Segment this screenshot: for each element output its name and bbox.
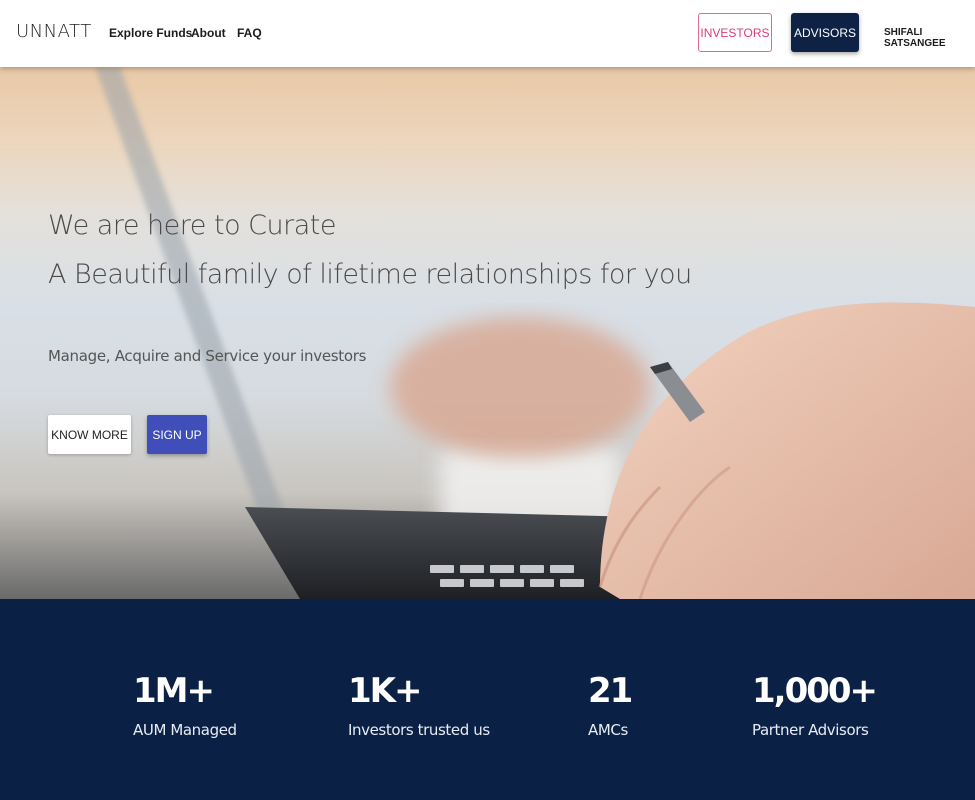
hero-title-line2: A Beautiful family of lifetime relations… <box>48 259 692 290</box>
brand-logo[interactable]: UNNATT <box>16 21 92 42</box>
stat-amcs: 21 AMCs <box>588 671 633 739</box>
stat-value: 21 <box>588 671 633 711</box>
advisors-button[interactable]: ADVISORS <box>791 13 859 52</box>
stat-investors: 1K+ Investors trusted us <box>348 671 490 739</box>
nav-faq[interactable]: FAQ <box>237 26 262 40</box>
know-more-button[interactable]: KNOW MORE <box>48 415 131 454</box>
stat-value: 1M+ <box>133 671 215 711</box>
nav-about[interactable]: About <box>191 26 226 40</box>
top-navbar: UNNATT Explore Funds About FAQ INVESTORS… <box>0 0 975 67</box>
stat-value: 1,000+ <box>752 671 878 711</box>
sign-up-button[interactable]: SIGN UP <box>147 415 207 454</box>
hero-title-line1: We are here to Curate <box>48 210 336 241</box>
stat-label: Partner Advisors <box>752 721 869 739</box>
stats-section: 1M+ AUM Managed 1K+ Investors trusted us… <box>0 599 975 800</box>
stat-value: 1K+ <box>348 671 422 711</box>
investors-button[interactable]: INVESTORS <box>698 13 772 52</box>
user-menu[interactable]: SHIFALI SATSANGEE <box>884 27 975 49</box>
stat-advisors: 1,000+ Partner Advisors <box>752 671 878 739</box>
stat-label: AMCs <box>588 721 628 739</box>
hero-background-image <box>95 67 975 599</box>
stat-aum: 1M+ AUM Managed <box>133 671 237 739</box>
stat-label: Investors trusted us <box>348 721 490 739</box>
hero-subtitle: Manage, Acquire and Service your investo… <box>48 347 367 365</box>
hero-section: We are here to Curate A Beautiful family… <box>0 67 975 599</box>
stat-label: AUM Managed <box>133 721 237 739</box>
nav-explore-funds[interactable]: Explore Funds <box>109 26 192 40</box>
